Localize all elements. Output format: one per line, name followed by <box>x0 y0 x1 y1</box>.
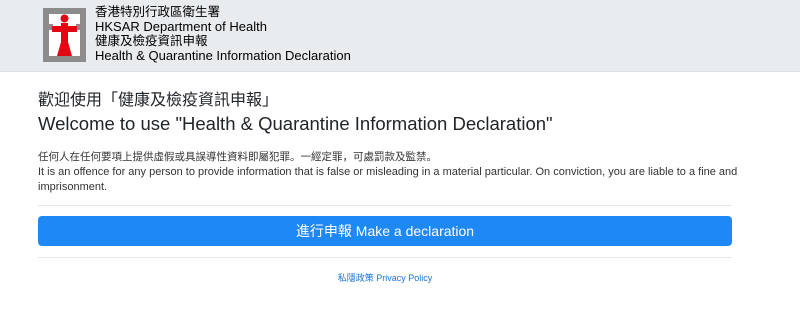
department-name-zh: 香港特別行政區衛生署 <box>95 5 221 19</box>
make-declaration-button[interactable]: 進行申報 Make a declaration <box>38 216 732 246</box>
app-name-zh: 健康及檢疫資訊申報 <box>95 34 208 48</box>
privacy-policy-link[interactable]: 私隱政策 Privacy Policy <box>0 271 770 284</box>
app-name-en: Health & Quarantine Information Declarat… <box>95 47 351 63</box>
welcome-title-zh: 歡迎使用「健康及檢疫資訊申報」 <box>38 92 279 109</box>
department-title-block: 香港特別行政區衛生署 HKSAR Department of Health 健康… <box>95 5 351 63</box>
department-of-health-logo <box>43 8 86 62</box>
legal-warning-zh: 任何人在任何要項上提供虛假或具誤導性資料即屬犯罪。一經定罪，可處罰款及監禁。 <box>38 151 437 163</box>
department-name-en: HKSAR Department of Health <box>95 18 267 34</box>
welcome-title-en: Welcome to use "Health & Quarantine Info… <box>38 113 553 134</box>
legal-warning-en: It is an offence for any person to provi… <box>38 166 738 193</box>
page-header: 香港特別行政區衛生署 HKSAR Department of Health 健康… <box>0 0 800 72</box>
divider <box>38 257 732 258</box>
welcome-heading: 歡迎使用「健康及檢疫資訊申報」 Welcome to use "Health &… <box>38 91 768 135</box>
legal-warning: 任何人在任何要項上提供虛假或具誤導性資料即屬犯罪。一經定罪，可處罰款及監禁。 I… <box>38 150 758 195</box>
divider <box>38 205 732 206</box>
